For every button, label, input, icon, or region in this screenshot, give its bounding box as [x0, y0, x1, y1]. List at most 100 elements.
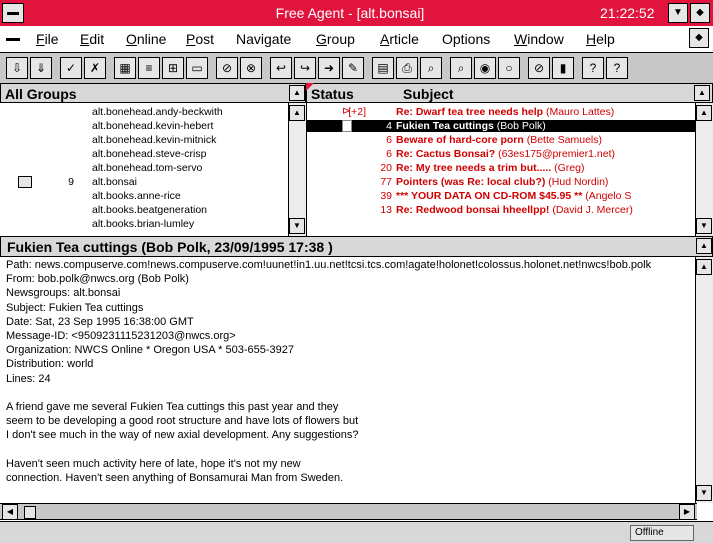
subscribed-folder-icon	[18, 176, 32, 188]
scroll-left-arrow[interactable]: ◀	[2, 504, 18, 520]
article-row[interactable]: 20 Re: My tree needs a trim but..... (Gre…	[306, 162, 696, 174]
article-row[interactable]: 4 Fukien Tea cuttings (Bob Polk)	[306, 120, 696, 132]
maximize-button[interactable]: ◆	[690, 3, 710, 23]
groups-list: alt.bonehead.andy-beckwith alt.bonehead.k…	[0, 106, 288, 236]
followup-icon[interactable]: ↪	[294, 57, 316, 79]
articles-scroll-down-arrow[interactable]: ▼	[696, 218, 712, 234]
menu-edit[interactable]: Edit	[80, 31, 104, 47]
group-row[interactable]: alt.bonehead.steve-crisp	[0, 148, 288, 160]
online-icon[interactable]: ◉	[474, 57, 496, 79]
book-icon[interactable]: ▮	[552, 57, 574, 79]
group-row[interactable]: alt.bonehead.kevin-mitnick	[0, 134, 288, 146]
threads-icon[interactable]: ≡	[138, 57, 160, 79]
folder-icon[interactable]: ▭	[186, 57, 208, 79]
group-row[interactable]: alt.bonehead.kevin-hebert	[0, 120, 288, 132]
article-line-count: 77	[380, 176, 392, 188]
find-icon[interactable]: ⌕	[420, 57, 442, 79]
article-subject: Re: Cactus Bonsai?	[396, 148, 496, 160]
article-scroll-up-button[interactable]: ▲	[696, 238, 712, 254]
group-row[interactable]: alt.books.anne-rice	[0, 190, 288, 202]
scroll-right-arrow[interactable]: ▶	[679, 504, 695, 520]
restore-button[interactable]: ◆	[689, 28, 709, 48]
article-line: I don't see much in the way of new axial…	[6, 429, 359, 442]
group-row[interactable]: alt.bonehead.andy-beckwith	[0, 106, 288, 118]
group-row[interactable]: alt.books.beatgeneration	[0, 204, 288, 216]
forward-icon[interactable]: ➜	[318, 57, 340, 79]
window-title: Free Agent - [alt.bonsai]	[275, 5, 425, 21]
article-line: A friend gave me several Fukien Tea cutt…	[6, 401, 339, 413]
menu-article[interactable]: Article	[380, 31, 419, 47]
article-subject: Re: Redwood bonsai hheellpp!	[396, 204, 550, 216]
article-row[interactable]: 6 Re: Cactus Bonsai? (63es175@premier1.ne…	[306, 148, 696, 160]
article-scrollbar[interactable]: ▲ ▼	[695, 257, 713, 503]
toolbar: ⇩ ⇓ ✓ ✗ ▦ ≡ ⊞ ▭ ⊘ ⊗ ↩ ↪ ➜ ✎ ▤ ⎙ ⌕ ⌕ ◉ ○ ⊘ ▮??	[0, 53, 713, 84]
articles-scrollbar[interactable]: ▲ ▼	[695, 103, 713, 236]
clock: 21:22:52	[600, 5, 655, 21]
article-author: (David J. Mercer)	[552, 204, 633, 216]
article-scroll-up-arrow[interactable]: ▲	[696, 259, 712, 275]
menu-options[interactable]: Options	[442, 31, 490, 47]
articles-scroll-up-button[interactable]: ▲	[694, 85, 710, 101]
help-topics-icon[interactable]: ?	[606, 57, 628, 79]
article-row[interactable]: 39 *** YOUR DATA ON CD-ROM $45.95 ** (Ang…	[306, 190, 696, 202]
compose-icon[interactable]: ✎	[342, 57, 364, 79]
minimize-button[interactable]: ▼	[668, 3, 688, 23]
menu-window[interactable]: Window	[514, 31, 564, 47]
get-headers-icon[interactable]: ⇩	[6, 57, 28, 79]
menu-file[interactable]: File	[36, 31, 59, 47]
menu-navigate[interactable]: Navigate	[236, 31, 291, 47]
print-icon[interactable]: ⎙	[396, 57, 418, 79]
menu-group[interactable]: Group	[316, 31, 355, 47]
article-row[interactable]: 77 Pointers (was Re: local club?) (Hud No…	[306, 176, 696, 188]
help-icon[interactable]: ?	[582, 57, 604, 79]
group-row[interactable]: alt.books.brian-lumley	[0, 218, 288, 230]
menu-help[interactable]: Help	[586, 31, 615, 47]
status-column-header[interactable]: Status	[311, 86, 354, 102]
article-author: (Bob Polk)	[496, 120, 546, 132]
offline-icon[interactable]: ○	[498, 57, 520, 79]
groups-icon[interactable]: ▦	[114, 57, 136, 79]
article-line: Subject: Fukien Tea cuttings	[6, 301, 144, 314]
article-line-count: 6	[386, 148, 392, 160]
stop-icon[interactable]: ⊘	[528, 57, 550, 79]
article-read-icon	[342, 120, 352, 132]
get-bodies-icon[interactable]: ⇓	[30, 57, 52, 79]
find-next-icon[interactable]: ⌕	[450, 57, 472, 79]
article-subject: Pointers (was Re: local club?)	[396, 176, 546, 188]
groups-scroll-up-button[interactable]: ▲	[289, 85, 305, 101]
cancel-icon[interactable]: ⊗	[240, 57, 262, 79]
groups-scrollbar[interactable]: ▲ ▼	[288, 103, 306, 236]
document-menu-icon[interactable]	[6, 38, 20, 41]
status-bar: Offline	[0, 521, 713, 543]
article-scroll-down-arrow[interactable]: ▼	[696, 485, 712, 501]
unmark-icon[interactable]: ✗	[84, 57, 106, 79]
group-row[interactable]: alt.bonehead.tom-servo	[0, 162, 288, 174]
article-subject: Re: Dwarf tea tree needs help	[396, 106, 544, 118]
articles-scroll-up-arrow[interactable]: ▲	[696, 105, 712, 121]
group-row[interactable]: 9 alt.bonsai	[0, 176, 288, 188]
menu-online[interactable]: Online	[126, 31, 166, 47]
article-author: (Angelo S	[585, 190, 632, 202]
article-line-count: 13	[380, 204, 392, 216]
groups-scroll-up-arrow[interactable]: ▲	[289, 105, 305, 121]
article-row[interactable]: ⊳ [+2] Re: Dwarf tea tree needs help (Maur…	[306, 106, 696, 118]
article-body[interactable]: Path: news.compuserve.com!news.compuserv…	[0, 259, 695, 503]
article-row[interactable]: 13 Re: Redwood bonsai hheellpp! (David J.…	[306, 204, 696, 216]
group-name: alt.bonehead.andy-beckwith	[92, 106, 223, 118]
article-line: Date: Sat, 23 Sep 1995 16:38:00 GMT	[6, 315, 194, 328]
groups-pane-header: All Groups ▲	[0, 83, 306, 103]
article-line: Lines: 24	[6, 372, 51, 385]
article-row[interactable]: 6 Beware of hard-core porn (Bette Samuels…	[306, 134, 696, 146]
subscribe-icon[interactable]: ⊞	[162, 57, 184, 79]
save-icon[interactable]: ▤	[372, 57, 394, 79]
subject-column-header[interactable]: Subject	[403, 86, 454, 102]
group-name: alt.bonehead.tom-servo	[92, 162, 203, 174]
delete-icon[interactable]: ⊘	[216, 57, 238, 79]
reply-icon[interactable]: ↩	[270, 57, 292, 79]
horizontal-scrollbar[interactable]: ◀ ▶	[0, 503, 697, 520]
menu-post[interactable]: Post	[186, 31, 214, 47]
horizontal-scroll-thumb[interactable]	[24, 506, 36, 519]
group-name: alt.books.anne-rice	[92, 190, 181, 202]
groups-scroll-down-arrow[interactable]: ▼	[289, 218, 305, 234]
mark-icon[interactable]: ✓	[60, 57, 82, 79]
